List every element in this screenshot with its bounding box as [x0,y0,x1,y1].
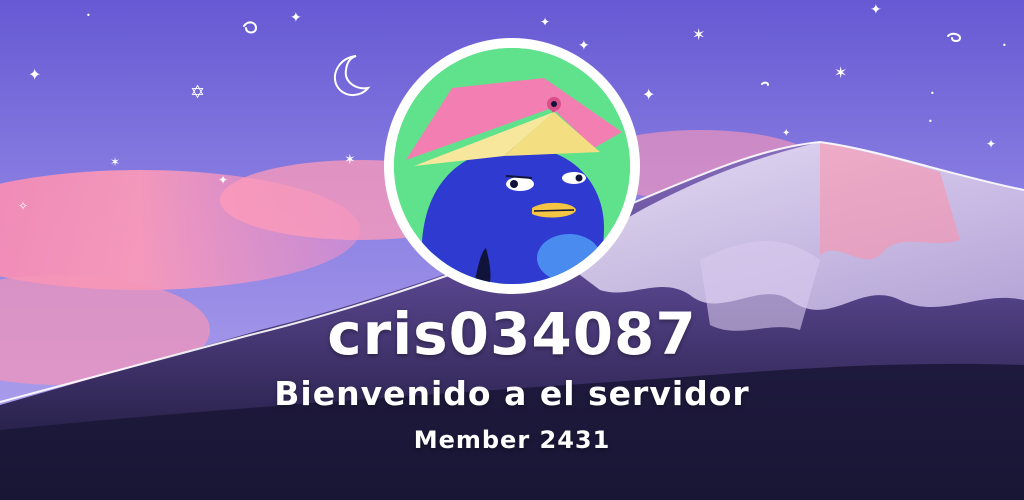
svg-text:✦: ✦ [28,65,41,84]
svg-text:✡: ✡ [190,82,205,103]
svg-text:✶: ✶ [692,25,705,44]
svg-text:✦: ✦ [986,137,996,151]
svg-text:✦: ✦ [642,85,655,104]
welcome-card: ✦ ✡ ✦ ✶ ✦ ✶ ✧ ✦ ✦ ✶ ✦ ✶ ✦ ✦ • • • • ✦ cr… [0,0,1024,500]
svg-text:•: • [86,11,91,20]
svg-text:✦: ✦ [540,15,550,29]
svg-text:✧: ✧ [18,199,28,213]
bird-wearing-book-avatar-icon [394,48,630,284]
svg-text:•: • [930,89,935,98]
svg-text:✦: ✦ [290,10,302,26]
avatar [394,48,630,284]
svg-text:✶: ✶ [344,152,356,168]
svg-text:✦: ✦ [578,38,590,54]
welcome-message: Bienvenido a el servidor [274,374,750,413]
svg-text:✦: ✦ [218,173,228,187]
svg-text:✶: ✶ [834,63,847,82]
svg-text:✦: ✦ [782,128,790,139]
svg-text:•: • [1002,41,1007,50]
svg-text:•: • [928,117,933,126]
username: cris034087 [327,300,697,368]
svg-text:✶: ✶ [110,155,120,169]
member-count: Member 2431 [413,426,611,454]
svg-text:✦: ✦ [870,2,882,18]
